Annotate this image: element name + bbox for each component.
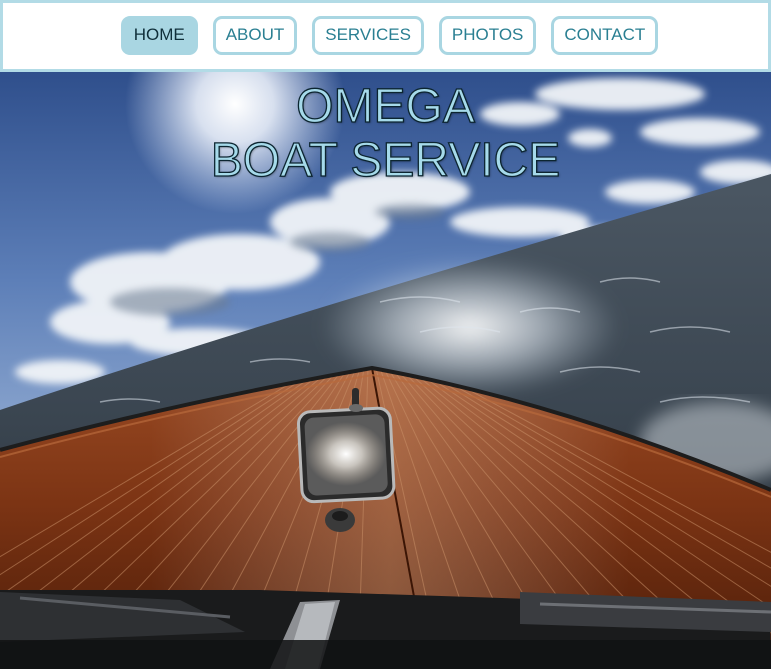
nav-home-button[interactable]: HOME [120, 15, 198, 55]
hero-banner: OMEGA BOAT SERVICE [0, 72, 771, 669]
hero-title: OMEGA BOAT SERVICE [0, 79, 771, 188]
nav-menu: HOME ABOUT SERVICES PHOTOS CONTACT [120, 15, 659, 55]
nav-about-button[interactable]: ABOUT [212, 15, 298, 55]
nav-photos-button[interactable]: PHOTOS [438, 15, 537, 55]
hero-title-line-1: OMEGA [296, 79, 476, 133]
nav-contact-button[interactable]: CONTACT [551, 15, 659, 55]
hero-title-line-2: BOAT SERVICE [210, 133, 561, 187]
top-navigation: HOME ABOUT SERVICES PHOTOS CONTACT [0, 0, 771, 72]
nav-services-button[interactable]: SERVICES [312, 15, 424, 55]
